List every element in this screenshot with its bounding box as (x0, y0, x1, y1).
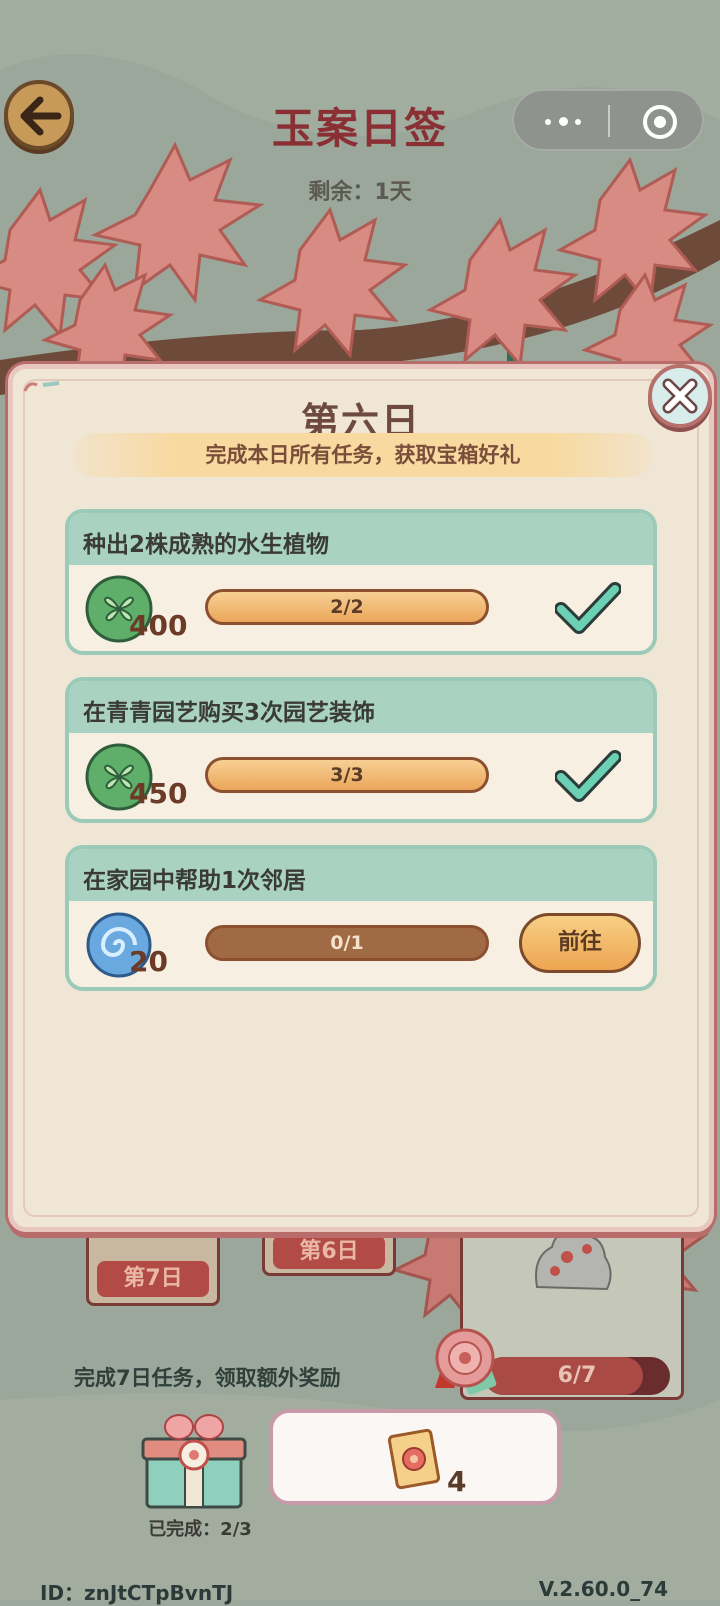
garden-rock-icon (535, 1232, 612, 1291)
task-card: 种出2株成熟的水生植物 400 2/2 (65, 509, 657, 655)
page-title: 玉案日签 (271, 104, 448, 153)
bonus-progress-bar: 6/7 (484, 1357, 670, 1395)
task-name: 种出2株成熟的水生植物 (83, 532, 330, 558)
bonus-progress-text: 6/7 (557, 1363, 597, 1388)
remaining-days: 剩余：1天 (308, 180, 412, 205)
day-card-6-label: 第6日 (273, 1235, 385, 1269)
task-name: 在家园中帮助1次邻居 (83, 868, 307, 894)
arrow-left-icon (20, 96, 62, 136)
reward-quantity: 450 (129, 777, 188, 810)
more-options-icon[interactable] (542, 111, 586, 131)
treasure-chest-icon[interactable] (139, 1409, 249, 1509)
task-progress-text: 3/3 (330, 764, 364, 786)
peony-flower-icon (435, 1328, 497, 1395)
task-progress-text: 0/1 (330, 932, 364, 954)
day-card-7-label: 第7日 (97, 1261, 209, 1297)
capsule-divider (608, 105, 610, 137)
close-program-icon[interactable] (642, 104, 678, 140)
go-button[interactable]: 前往 (519, 913, 641, 973)
checkmark-icon (555, 582, 621, 634)
task-progress-bar: 2/2 (205, 589, 489, 625)
task-progress-bar: 0/1 (205, 925, 489, 961)
close-button[interactable] (648, 364, 712, 428)
bonus-description: 完成7日任务，领取额外奖励 (74, 1366, 341, 1390)
task-card: 在青青园艺购买3次园艺装饰 450 3/3 (65, 677, 657, 823)
checkmark-icon (555, 750, 621, 802)
task-progress-bar: 3/3 (205, 757, 489, 793)
reward-quantity: 400 (129, 609, 188, 642)
task-name: 在青青园艺购买3次园艺装饰 (83, 700, 376, 726)
task-progress-text: 2/2 (330, 596, 364, 618)
app-version: V.2.60.0_74 (538, 1577, 668, 1601)
scroll-card-icon (387, 1428, 441, 1490)
back-button[interactable] (4, 80, 74, 150)
chest-reward-quantity: 4 (447, 1465, 467, 1498)
reward-quantity: 20 (129, 945, 168, 978)
task-card: 在家园中帮助1次邻居 20 0/1 前往 (65, 845, 657, 991)
modal-subtitle: 完成本日所有任务，获取宝箱好礼 (205, 443, 521, 467)
modal-subtitle-band: 完成本日所有任务，获取宝箱好礼 (73, 433, 653, 477)
mini-program-capsule (512, 89, 704, 151)
chest-completed-count: 已完成：2/3 (148, 1519, 252, 1540)
day-task-modal: 第六日 完成本日所有任务，获取宝箱好礼 种出2株成熟的水生植物 400 2/2 … (8, 364, 714, 1540)
chest-reward-box: 4 (269, 1409, 561, 1505)
close-icon (662, 378, 698, 414)
user-id: ID：znJtCTpBvnTJ (40, 1581, 234, 1605)
